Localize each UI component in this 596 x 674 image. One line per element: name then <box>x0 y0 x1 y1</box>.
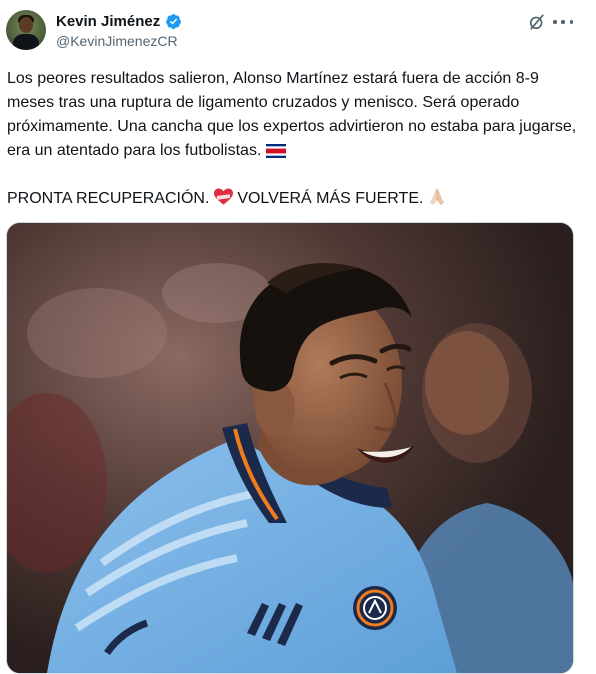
verified-badge-icon <box>166 14 182 29</box>
grok-icon[interactable] <box>527 12 547 32</box>
more-dot <box>561 20 565 24</box>
author-handle[interactable]: @KevinJimenezCR <box>56 33 178 49</box>
avatar-body <box>13 34 39 50</box>
avatar[interactable] <box>6 10 46 50</box>
soccer-player-photo <box>7 223 573 673</box>
more-dot <box>569 20 573 24</box>
mending-heart-icon <box>213 188 233 205</box>
avatar-head <box>19 17 33 33</box>
author-name-row: Kevin Jiménez <box>56 13 182 30</box>
costa-rica-flag-icon <box>265 144 286 158</box>
folded-hands-icon <box>429 188 445 206</box>
more-options-icon[interactable] <box>553 12 573 32</box>
tweet-photo[interactable] <box>6 222 574 674</box>
tweet-paragraph-2b: VOLVERÁ MÁS FUERTE. <box>237 190 424 207</box>
more-dot <box>553 20 557 24</box>
tweet-paragraph-2a: PRONTA RECUPERACIÓN. <box>7 190 210 207</box>
author-display-name[interactable]: Kevin Jiménez <box>56 13 160 30</box>
tweet-paragraph-1: Los peores resultados salieron, Alonso M… <box>7 70 581 159</box>
tweet-text: Los peores resultados salieron, Alonso M… <box>7 67 587 211</box>
